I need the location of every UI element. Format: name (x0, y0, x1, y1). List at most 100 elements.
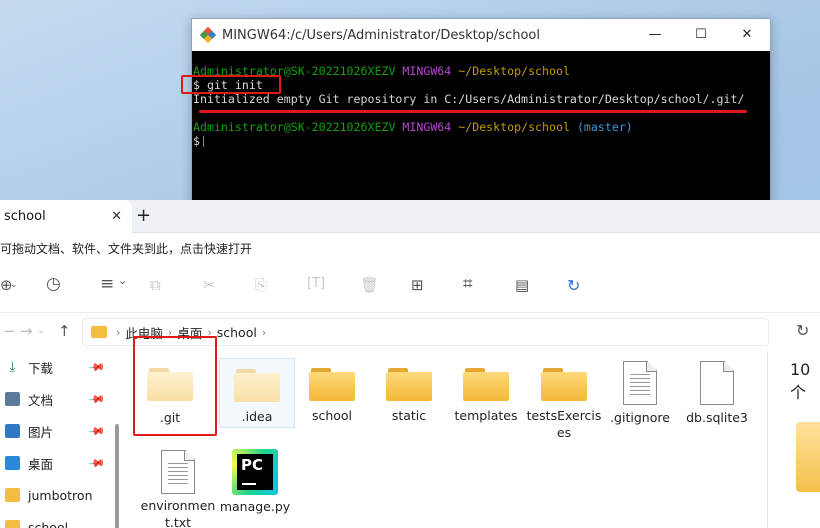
delete-icon[interactable]: 🗑 (360, 276, 379, 294)
text-cursor (202, 136, 204, 147)
breadcrumb-separator: › (261, 325, 267, 339)
desktop-icon (5, 456, 20, 470)
file-name: db.sqlite3 (686, 410, 748, 425)
refresh-icon[interactable]: ↻ (796, 321, 809, 340)
file-explorer-window[interactable]: school ✕ + 可拖动文档、软件、文件夹到此，点击快速打开 ⊕ ⌄ ◷ ≡… (0, 200, 820, 528)
file-item-idea[interactable]: .idea (219, 358, 295, 428)
document-icon (700, 361, 734, 405)
sidebar-item-pictures[interactable]: 图片 📌 (0, 415, 120, 447)
folder-icon (5, 488, 20, 502)
file-item-templates[interactable]: templates (448, 359, 524, 424)
sidebar-item-label: 桌面 (28, 456, 54, 472)
terminal-title: MINGW64:/c/Users/Administrator/Desktop/s… (222, 27, 540, 43)
rename-icon[interactable]: [T] (307, 276, 325, 291)
file-name: templates (454, 408, 518, 423)
prompt-branch: (master) (576, 120, 633, 134)
highlight-underline-output (199, 110, 747, 113)
view-icon[interactable]: ≡ (100, 274, 114, 294)
forward-arrow-icon[interactable]: → (20, 322, 33, 340)
pin-icon[interactable]: 📌 (87, 454, 106, 473)
cut-icon[interactable]: ✂ (203, 276, 216, 294)
document-icon (161, 450, 195, 494)
maximize-button[interactable]: ☐ (678, 19, 724, 51)
close-button[interactable]: ✕ (724, 19, 770, 51)
sidebar-item-jumbotron[interactable]: jumbotron (0, 479, 120, 511)
folder-icon (463, 365, 509, 401)
view-dropdown-icon[interactable]: ⌄ (118, 274, 127, 287)
file-grid: .git .idea school static templates tests… (128, 351, 768, 528)
new-tab-button[interactable]: + (136, 205, 151, 226)
crop-icon[interactable]: ⌗ (463, 274, 473, 294)
file-name: manage.py (219, 499, 291, 514)
file-name: static (391, 408, 427, 423)
address-row: − → ⌄ ↑ › 此电脑 › 桌面 › school › ↻ (0, 313, 820, 351)
details-pane-divider (767, 351, 768, 528)
tab-close-icon[interactable]: ✕ (111, 209, 122, 224)
prompt-env: MINGW64 (402, 120, 452, 134)
sidebar-item-documents[interactable]: 文档 📌 (0, 383, 120, 415)
file-name: testsExercises (526, 408, 602, 440)
new-dropdown-icon[interactable]: ⌄ (10, 280, 18, 290)
documents-icon (5, 392, 20, 406)
tab-label: school (4, 209, 46, 224)
folder-icon (91, 326, 107, 338)
history-dropdown-icon[interactable]: ⌄ (37, 325, 45, 336)
folder-icon (541, 365, 587, 401)
highlight-box-git-folder (133, 336, 217, 436)
quick-open-banner: 可拖动文档、软件、文件夹到此，点击快速打开 (0, 233, 820, 260)
prompt-user: Administrator@SK-20221026XEZV (193, 120, 396, 134)
file-name: environment.txt (140, 498, 216, 528)
terminal-window[interactable]: MINGW64:/c/Users/Administrator/Desktop/s… (191, 18, 771, 208)
file-item-gitignore[interactable]: .gitignore (602, 359, 678, 426)
sidebar-item-downloads[interactable]: ⤓ 下载 📌 (0, 351, 120, 383)
copy-icon[interactable]: ⧉ (150, 276, 161, 294)
tab-school[interactable]: school ✕ (0, 200, 132, 233)
folder-icon (234, 366, 280, 402)
share-icon[interactable]: ⊞ (411, 276, 424, 294)
pycharm-glyph: PC (241, 456, 264, 474)
file-item-environment[interactable]: environment.txt (140, 450, 216, 528)
back-arrow-icon[interactable]: − (3, 322, 16, 340)
file-name: school (311, 408, 353, 423)
input-line: $ (193, 134, 770, 148)
terminal-output[interactable]: Administrator@SK-20221026XEZV MINGW64 ~/… (192, 51, 770, 148)
git-logo-icon (199, 26, 217, 44)
sync-icon[interactable]: ↻ (567, 276, 580, 295)
file-name: .gitignore (610, 410, 670, 425)
item-count: 10 个 (790, 360, 811, 402)
pycharm-icon: PC (232, 449, 278, 495)
preview-folder-icon (796, 422, 820, 492)
folder-icon (5, 520, 20, 528)
sidebar-item-label: 图片 (28, 424, 54, 440)
terminal-title-bar[interactable]: MINGW64:/c/Users/Administrator/Desktop/s… (192, 19, 770, 51)
pictures-icon (5, 424, 20, 438)
prompt-env: MINGW64 (402, 64, 452, 78)
paste-icon[interactable]: ⎘ (255, 276, 267, 294)
pin-icon[interactable]: 📌 (87, 358, 106, 377)
file-item-manage-py[interactable]: PC manage.py (217, 449, 293, 515)
breadcrumb-school[interactable]: school (217, 325, 257, 340)
file-item-static[interactable]: static (371, 359, 447, 424)
file-item-testsexercises[interactable]: testsExercises (525, 359, 603, 441)
prompt-line: Administrator@SK-20221026XEZV MINGW64 ~/… (193, 120, 770, 134)
file-item-school[interactable]: school (294, 359, 370, 424)
prompt-path: ~/Desktop/school (458, 120, 570, 134)
up-arrow-icon[interactable]: ↑ (58, 322, 71, 340)
sidebar-item-desktop[interactable]: 桌面 📌 (0, 447, 120, 479)
folder-icon (386, 365, 432, 401)
breadcrumb-separator: › (116, 325, 121, 339)
folder-icon (309, 365, 355, 401)
tab-strip: school ✕ + (0, 200, 820, 233)
download-icon: ⤓ (9, 359, 16, 375)
sidebar-item-label: 下载 (28, 360, 54, 376)
minimize-button[interactable]: — (632, 19, 678, 51)
sidebar-scrollbar[interactable] (115, 424, 119, 528)
sidebar-item-school[interactable]: school (0, 511, 120, 528)
file-item-db-sqlite3[interactable]: db.sqlite3 (679, 359, 755, 426)
toolbar: ⊕ ⌄ ◷ ≡ ⌄ ⧉ ✂ ⎘ [T] 🗑 ⊞ ⌗ ▤ ↻ (0, 260, 820, 313)
recent-icon[interactable]: ◷ (46, 274, 61, 294)
sidebar-item-label: school (28, 519, 69, 528)
pin-icon[interactable]: 📌 (87, 390, 106, 409)
properties-icon[interactable]: ▤ (515, 276, 529, 294)
pin-icon[interactable]: 📌 (87, 422, 106, 441)
